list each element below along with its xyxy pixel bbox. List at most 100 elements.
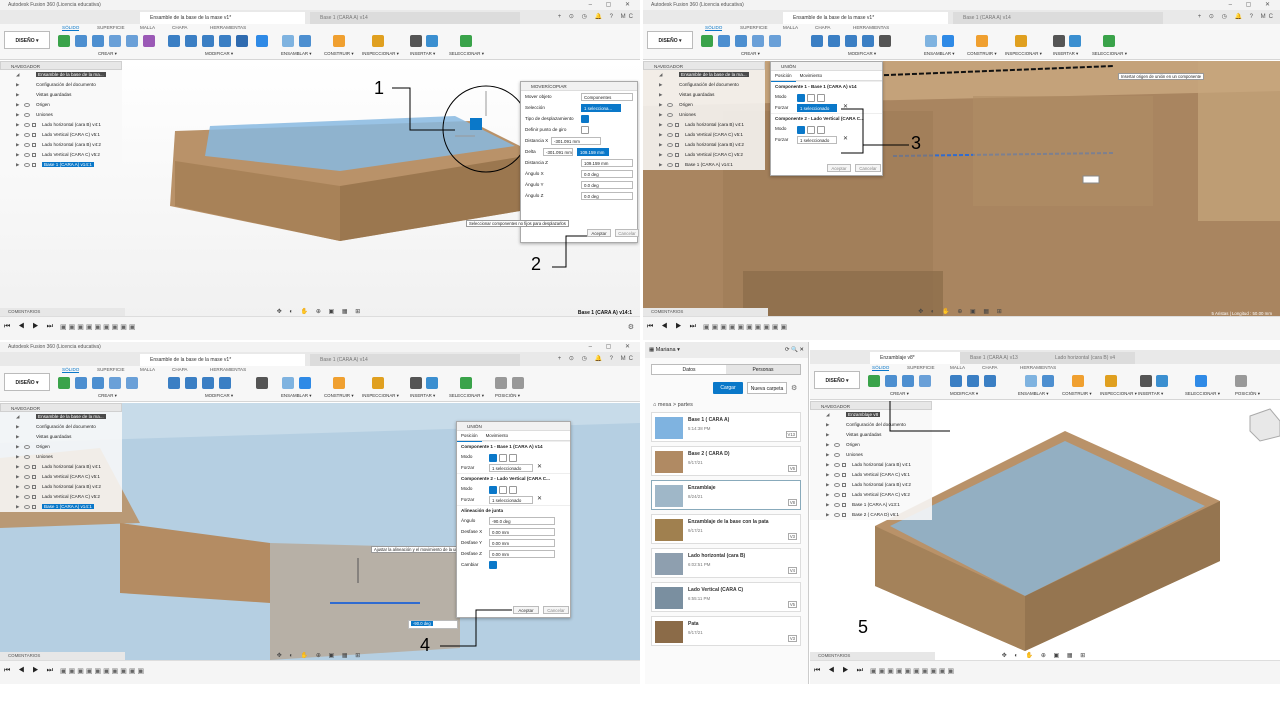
seleccionar-menu[interactable]: SELECCIONAR ▾: [449, 51, 484, 57]
extrude-icon[interactable]: [75, 377, 87, 389]
posicion-menu[interactable]: POSICIÓN ▾: [1235, 391, 1260, 397]
tab-tools[interactable]: + ⊙ ◷ 🔔 ? MC: [558, 355, 636, 362]
distance-x-input[interactable]: -301.091 mm: [551, 137, 601, 145]
tab-chapa[interactable]: CHAPA: [172, 25, 188, 30]
timeline-items[interactable]: ▣▣▣▣▣▣▣▣▣: [60, 323, 138, 331]
simple-mode-icon[interactable]: [797, 93, 805, 102]
insert-icon[interactable]: [410, 35, 422, 47]
gear-icon[interactable]: ⚙: [791, 384, 797, 392]
move-icon[interactable]: [879, 35, 891, 47]
close-icon[interactable]: ✕: [843, 102, 848, 113]
fillet-icon[interactable]: [185, 377, 197, 389]
inspeccionar-menu[interactable]: INSPECCIONAR ▾: [362, 393, 399, 399]
browser-item[interactable]: ▶ Vistas guardadas: [0, 90, 122, 100]
canvas-icon[interactable]: [1156, 375, 1168, 387]
browser-root[interactable]: ◢ Ensamble de la base de la ma...: [0, 70, 122, 80]
inspeccionar-menu[interactable]: INSPECCIONAR ▾: [362, 51, 399, 57]
ensamblar-menu[interactable]: ENSAMBLAR ▾: [281, 393, 312, 399]
tab-superficie[interactable]: SUPERFICIE: [97, 25, 125, 30]
modificar-menu[interactable]: MODIFICAR ▾: [205, 393, 233, 399]
timeline-controls[interactable]: ⏮ ◀ ▶ ⏭: [814, 667, 866, 675]
plane-icon[interactable]: [333, 377, 345, 389]
ensamblar-menu[interactable]: ENSAMBLAR ▾: [281, 51, 312, 57]
close-icon[interactable]: ✕: [537, 494, 542, 505]
center-mode-icon[interactable]: [509, 485, 517, 494]
alignment-section[interactable]: Alineación de junta: [457, 505, 570, 515]
timeline-controls[interactable]: ⏮ ◀ ▶ ⏭: [4, 323, 56, 331]
tab-chapa[interactable]: CHAPA: [815, 25, 831, 30]
press-pull-icon[interactable]: [811, 35, 823, 47]
new-component-icon[interactable]: [282, 377, 294, 389]
between-mode-icon[interactable]: [499, 485, 507, 494]
file-item[interactable]: Pata 9/17/21 V3: [651, 616, 801, 646]
between-mode-icon[interactable]: [499, 453, 507, 462]
offset-z-input[interactable]: 0.00 mm: [489, 550, 555, 558]
tab-assembly[interactable]: Ensamble de la base de la mase v1*: [140, 354, 305, 366]
window-controls[interactable]: – ▢ ✕: [589, 342, 636, 352]
browser-item[interactable]: ▶ Origen: [810, 440, 932, 450]
canvas-viewport[interactable]: Ajustar la alineación y el movimiento de…: [0, 403, 640, 660]
close-icon[interactable]: ✕: [537, 462, 542, 473]
ensamblar-menu[interactable]: ENSAMBLAR ▾: [924, 51, 955, 57]
comments-panel[interactable]: COMENTARIOS: [0, 308, 125, 316]
grid-icon[interactable]: ▦: [649, 347, 654, 353]
navigator-header[interactable]: NAVEGADOR: [0, 61, 122, 70]
canvas-icon[interactable]: [426, 35, 438, 47]
new-sketch-icon[interactable]: [701, 35, 713, 47]
comments-panel[interactable]: COMENTARIOS: [0, 652, 125, 660]
move-icon[interactable]: [256, 377, 268, 389]
combine-icon[interactable]: [862, 35, 874, 47]
component1-selection[interactable]: 1 seleccionado: [489, 464, 533, 472]
browser-item[interactable]: ▶ Configuración del documento: [810, 420, 932, 430]
capture-position-icon[interactable]: [512, 377, 524, 389]
modificar-menu[interactable]: MODIFICAR ▾: [205, 51, 233, 57]
crear-menu[interactable]: CREAR ▾: [890, 391, 909, 397]
file-item[interactable]: Base 2 ( CARA D) 9/17/21 V6: [651, 446, 801, 476]
browser-item[interactable]: ▶ Vistas guardadas: [810, 430, 932, 440]
measure-icon[interactable]: [372, 35, 384, 47]
upload-button[interactable]: Cargar: [713, 382, 743, 394]
angle-z-input[interactable]: 0.0 deg: [581, 192, 633, 200]
combine-icon[interactable]: [219, 35, 231, 47]
browser-item[interactable]: ▶ Lado horizontal (cara B) v4:1: [643, 120, 765, 130]
seleccionar-menu[interactable]: SELECCIONAR ▾: [449, 393, 484, 399]
tab-superficie[interactable]: SUPERFICIE: [907, 365, 935, 370]
shell-icon[interactable]: [845, 35, 857, 47]
distance-z-input[interactable]: 109.159 mm: [581, 159, 633, 167]
joint-icon[interactable]: [942, 35, 954, 47]
crear-menu[interactable]: CREAR ▾: [741, 51, 760, 57]
file-item[interactable]: Base 1 ( CARA A) 5:14:38 PM V13: [651, 412, 801, 442]
position-icon[interactable]: [495, 377, 507, 389]
browser-item[interactable]: ▶ Lado horizontal (cara B) v4:2: [0, 482, 122, 492]
browser-item[interactable]: ▶ Lado horizontal (cara B) v4:1: [810, 460, 932, 470]
construir-menu[interactable]: CONSTRUIR ▾: [1062, 391, 1092, 397]
tab-lado-horizontal[interactable]: Lado horizontal (cara B) v4: [1045, 352, 1135, 364]
close-icon[interactable]: ✕: [843, 134, 848, 145]
tab-solido[interactable]: SÓLIDO: [705, 25, 723, 31]
browser-item[interactable]: ▶ Configuración del documento: [643, 80, 765, 90]
joint-icon[interactable]: [299, 35, 311, 47]
crear-menu[interactable]: CREAR ▾: [98, 51, 117, 57]
browser-item[interactable]: ▶ Uniones: [0, 452, 122, 462]
component1-section[interactable]: Componente 1 - Base 1 (CARA A) v14: [771, 81, 882, 91]
tab-base[interactable]: Base 1 (CARA A) v14: [310, 354, 520, 366]
canvas-viewport[interactable]: NAVEGADOR ◢ Enzamblaje v8 ▶ Configuración …: [810, 401, 1280, 660]
revolve-icon[interactable]: [735, 35, 747, 47]
measure-icon[interactable]: [1105, 375, 1117, 387]
file-item[interactable]: Enzamblaje de la base con la pata 9/17/21…: [651, 514, 801, 544]
tab-assembly[interactable]: Ensamble de la base de la mase v1*: [140, 12, 305, 24]
center-mode-icon[interactable]: [817, 125, 825, 134]
tab-base[interactable]: Base 1 (CARA A) v14: [310, 12, 520, 24]
timeline-controls[interactable]: ⏮ ◀ ▶ ⏭: [647, 323, 699, 331]
construir-menu[interactable]: CONSTRUIR ▾: [324, 393, 354, 399]
insertar-menu[interactable]: INSERTAR ▾: [1053, 51, 1078, 57]
pivot-icon[interactable]: [581, 126, 589, 134]
insert-icon[interactable]: [1053, 35, 1065, 47]
revolve-icon[interactable]: [92, 377, 104, 389]
tab-herramientas[interactable]: HERRAMIENTAS: [1020, 365, 1056, 370]
seleccionar-menu[interactable]: SELECCIONAR ▾: [1185, 391, 1220, 397]
browser-item[interactable]: ▶ Base 1 (CARA A) v14:1: [0, 160, 122, 170]
joint-icon[interactable]: [1042, 375, 1054, 387]
position-icon[interactable]: [1235, 375, 1247, 387]
browser-item[interactable]: ▶ Lado horizontal (cara B) v4:2: [643, 140, 765, 150]
